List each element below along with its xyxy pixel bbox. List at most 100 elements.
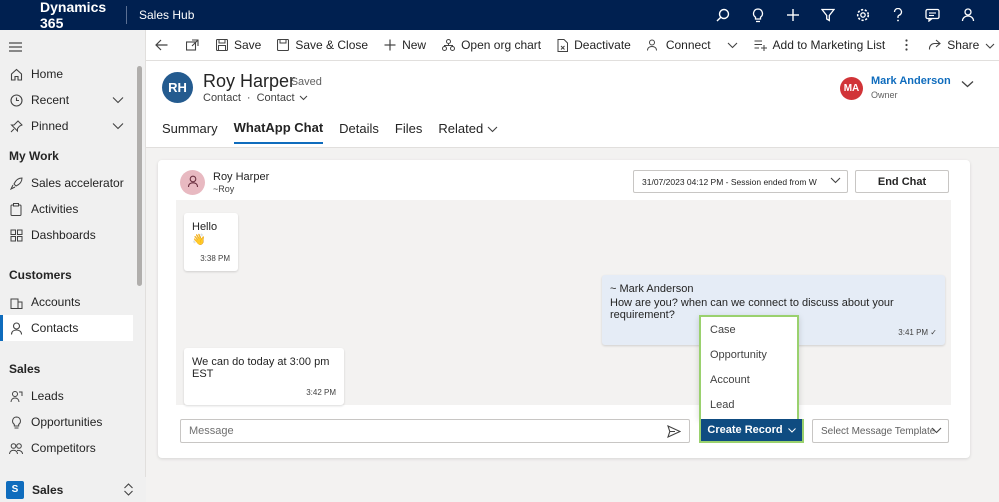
sidebar-item-recent[interactable]: Recent <box>0 87 140 113</box>
create-record-label: Create Record <box>707 424 783 436</box>
create-record-button[interactable]: Create Record <box>699 419 804 443</box>
connect-button[interactable]: Connect <box>639 30 719 61</box>
sidebar-scrollbar[interactable] <box>137 66 142 286</box>
dashboard-icon <box>9 228 23 242</box>
lightbulb-icon[interactable] <box>740 0 775 30</box>
tab-files[interactable]: Files <box>395 120 422 144</box>
deactivate-label: Deactivate <box>574 38 631 52</box>
back-button[interactable] <box>146 30 177 61</box>
filter-icon[interactable] <box>810 0 845 30</box>
message-sender: ~ Mark Anderson <box>610 283 694 295</box>
plus-icon <box>384 39 396 51</box>
deactivate-button[interactable]: Deactivate <box>549 30 639 61</box>
message-time: 3:38 PM <box>200 254 230 263</box>
area-badge: S <box>6 480 24 499</box>
search-icon[interactable] <box>705 0 740 30</box>
sidebar-item-sales-accelerator[interactable]: Sales accelerator <box>0 170 140 196</box>
connect-dropdown-button[interactable] <box>719 30 746 61</box>
tab-related[interactable]: Related <box>438 120 498 144</box>
app-brand[interactable]: Dynamics 365 <box>40 0 126 31</box>
sidebar-item-pinned[interactable]: Pinned <box>0 113 140 139</box>
chevron-down-icon <box>985 38 995 52</box>
menu-item-case[interactable]: Case <box>701 317 797 342</box>
template-placeholder: Select Message Template <box>821 425 936 437</box>
people-icon <box>9 441 23 455</box>
save-close-label: Save & Close <box>295 38 369 52</box>
sidebar-item-opportunities[interactable]: Opportunities <box>0 409 140 435</box>
whatsapp-chat-panel: Roy Harper ~Roy 31/07/2023 04:12 PM - Se… <box>158 160 970 458</box>
sidebar-item-activities[interactable]: Activities <box>0 196 140 222</box>
chevron-down-icon[interactable] <box>112 119 124 133</box>
open-in-new-window-button[interactable] <box>177 30 208 61</box>
sidebar-group-customers: Customers <box>9 268 72 282</box>
chevron-down-icon[interactable] <box>112 93 124 107</box>
owner-label: Owner <box>871 90 898 100</box>
session-select[interactable]: 31/07/2023 04:12 PM - Session ended from… <box>633 170 848 193</box>
message-list[interactable]: Hello 👋 3:38 PM ~ Mark Anderson How are … <box>176 200 951 405</box>
clipboard-icon <box>9 202 23 216</box>
share-button[interactable]: Share <box>920 30 999 61</box>
sidebar-item-label: Sales accelerator <box>31 176 124 190</box>
end-chat-button[interactable]: End Chat <box>855 170 949 193</box>
sidebar-item-leads[interactable]: Leads <box>0 383 140 409</box>
plus-icon[interactable] <box>775 0 810 30</box>
brand-divider <box>126 6 127 24</box>
more-commands-button[interactable] <box>893 30 920 61</box>
save-status: - Saved <box>284 76 322 88</box>
message-text: We can do today at 3:00 pm EST <box>192 356 330 380</box>
record-subtitle: Contact · Contact <box>203 92 308 104</box>
send-icon[interactable] <box>667 424 682 441</box>
clock-icon <box>9 93 23 107</box>
add-to-marketing-list-button[interactable]: Add to Marketing List <box>746 30 894 61</box>
gear-icon[interactable] <box>845 0 880 30</box>
chat-icon[interactable] <box>915 0 950 30</box>
subtitle-dot: · <box>246 92 251 104</box>
area-switcher[interactable]: S Sales <box>0 477 146 502</box>
phone-person-icon <box>9 389 23 403</box>
form-tabs: Summary WhatApp Chat Details Files Relat… <box>162 120 498 144</box>
message-text: Hello 👋 <box>192 221 218 246</box>
incoming-message: We can do today at 3:00 pm EST 3:42 PM <box>184 348 344 405</box>
sidebar-item-accounts[interactable]: Accounts <box>0 289 140 315</box>
sidebar-group-my-work: My Work <box>9 149 59 163</box>
tab-details[interactable]: Details <box>339 120 379 144</box>
lightbulb-icon <box>9 415 23 429</box>
form-selector[interactable]: Contact <box>257 92 308 104</box>
person-feedback-icon[interactable] <box>950 0 985 30</box>
expand-header-button[interactable] <box>961 77 974 91</box>
open-org-chart-button[interactable]: Open org chart <box>434 30 549 61</box>
hamburger-menu-icon[interactable] <box>9 41 22 55</box>
sidebar-item-label: Dashboards <box>31 228 96 242</box>
sidebar-item-label: Recent <box>31 93 70 107</box>
tab-related-label: Related <box>438 121 484 136</box>
top-bar: Dynamics 365 Sales Hub <box>0 0 999 31</box>
sidebar-item-label: Home <box>31 67 64 81</box>
app-hub-name[interactable]: Sales Hub <box>139 8 194 22</box>
tab-summary[interactable]: Summary <box>162 120 218 144</box>
help-icon[interactable] <box>880 0 915 30</box>
session-value: 31/07/2023 04:12 PM - Session ended from… <box>642 176 817 187</box>
message-placeholder: Message <box>189 425 234 437</box>
sidebar-item-home[interactable]: Home <box>0 61 140 87</box>
connect-label: Connect <box>665 38 711 52</box>
new-button[interactable]: New <box>376 30 434 61</box>
sidebar-group-sales: Sales <box>9 362 41 376</box>
message-input[interactable]: Message <box>180 419 690 443</box>
sidebar-item-competitors[interactable]: Competitors <box>0 435 140 461</box>
save-close-button[interactable]: Save & Close <box>269 30 376 61</box>
sidebar-item-contacts[interactable]: Contacts <box>0 315 133 341</box>
owner-link[interactable]: Mark Anderson <box>871 75 951 87</box>
tab-whatapp-chat[interactable]: WhatApp Chat <box>233 120 324 144</box>
sidebar-item-dashboards[interactable]: Dashboards <box>0 222 140 248</box>
save-button[interactable]: Save <box>208 30 269 61</box>
share-icon <box>928 39 942 51</box>
menu-item-opportunity[interactable]: Opportunity <box>701 342 797 367</box>
add-to-marketing-list-label: Add to Marketing List <box>772 38 886 52</box>
person-connect-icon <box>646 39 660 51</box>
menu-item-lead[interactable]: Lead <box>701 392 797 417</box>
message-template-select[interactable]: Select Message Template <box>812 419 949 443</box>
menu-item-account[interactable]: Account <box>701 367 797 392</box>
chevron-down-icon <box>299 92 308 104</box>
chevron-up-down-icon[interactable] <box>123 483 134 499</box>
chat-contact-name: Roy Harper <box>213 171 270 183</box>
